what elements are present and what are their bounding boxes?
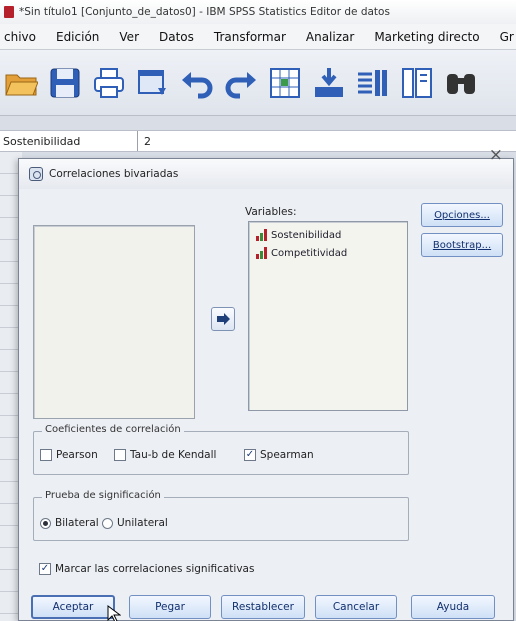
goto-case-icon[interactable]	[268, 64, 302, 102]
significance-test-legend: Prueba de significación	[42, 490, 164, 501]
spss-app-icon	[4, 6, 14, 18]
dialog-titlebar: Correlaciones bivariadas	[19, 159, 513, 189]
dialog-recall-icon[interactable]	[136, 64, 170, 102]
variables-label: Variables:	[245, 206, 297, 218]
menu-datos[interactable]: Datos	[149, 30, 204, 44]
window-titlebar: *Sin título1 [Conjunto_de_datos0] - IBM …	[0, 0, 516, 24]
bootstrap-button[interactable]: Bootstrap...	[421, 233, 503, 257]
bivariate-correlations-dialog: Correlaciones bivariadas × Variables: So…	[18, 145, 514, 621]
options-button[interactable]: Opciones...	[421, 203, 503, 227]
variables-list[interactable]: Sostenibilidad Competitividad	[248, 221, 408, 411]
mouse-pointer-icon	[107, 605, 121, 621]
menu-marketing-directo[interactable]: Marketing directo	[364, 30, 489, 44]
menu-graficos[interactable]: Gr	[490, 30, 516, 44]
kendall-check[interactable]	[114, 449, 126, 461]
significance-test-group: Prueba de significación Bilateral Unilat…	[33, 490, 409, 541]
unilateral-radio-dot[interactable]	[102, 517, 113, 529]
menubar: chivo Edición Ver Datos Transformar Anal…	[0, 24, 516, 50]
correlation-coefficients-legend: Coeficientes de correlación	[42, 424, 184, 435]
window-title: *Sin título1 [Conjunto_de_datos0] - IBM …	[19, 6, 390, 18]
source-variable-list[interactable]	[33, 225, 195, 419]
bilateral-radio-dot[interactable]	[40, 517, 51, 529]
scale-variable-icon	[256, 229, 267, 241]
cancel-button[interactable]: Cancelar	[315, 595, 397, 619]
dialog-title: Correlaciones bivariadas	[49, 168, 179, 180]
reset-button[interactable]: Restablecer	[221, 595, 305, 619]
flag-significant-checkbox[interactable]: ✓ Marcar las correlaciones significativa…	[39, 563, 254, 575]
accept-button[interactable]: Aceptar	[31, 595, 115, 619]
arrow-right-icon	[217, 313, 230, 325]
paste-button[interactable]: Pegar	[129, 595, 211, 619]
bilateral-radio[interactable]: Bilateral	[40, 517, 99, 529]
scale-variable-icon	[256, 247, 267, 259]
unilateral-radio[interactable]: Unilateral	[102, 517, 168, 529]
correlation-coefficients-group: Coeficientes de correlación Pearson Tau-…	[33, 424, 409, 475]
find-icon[interactable]	[444, 64, 478, 102]
cell-variable-name: Sostenibilidad	[0, 131, 138, 151]
open-folder-icon[interactable]	[4, 64, 38, 102]
split-file-icon[interactable]	[400, 64, 434, 102]
variable-name: Sostenibilidad	[271, 229, 342, 241]
spearman-check[interactable]: ✓	[244, 449, 256, 461]
menu-archivo[interactable]: chivo	[0, 30, 46, 44]
menu-transformar[interactable]: Transformar	[204, 30, 296, 44]
variable-name: Competitividad	[271, 247, 348, 259]
move-variable-button[interactable]	[211, 307, 235, 331]
variable-item[interactable]: Sostenibilidad	[249, 226, 407, 244]
pearson-check[interactable]	[40, 449, 52, 461]
spearman-checkbox[interactable]: ✓ Spearman	[244, 449, 314, 461]
redo-icon[interactable]	[224, 64, 258, 102]
toolbar	[0, 50, 516, 116]
menu-analizar[interactable]: Analizar	[296, 30, 364, 44]
close-icon[interactable]: ×	[489, 145, 503, 165]
save-icon[interactable]	[48, 64, 82, 102]
menu-ver[interactable]: Ver	[109, 30, 149, 44]
kendall-checkbox[interactable]: Tau-b de Kendall	[114, 449, 216, 461]
variable-item[interactable]: Competitividad	[249, 244, 407, 262]
undo-icon[interactable]	[180, 64, 214, 102]
goto-variable-icon[interactable]	[312, 64, 346, 102]
cell-value-input[interactable]: 2	[138, 135, 151, 148]
dialog-icon	[29, 167, 43, 181]
cell-editor-bar: Sostenibilidad 2	[0, 130, 516, 152]
help-button[interactable]: Ayuda	[411, 595, 495, 619]
print-icon[interactable]	[92, 64, 126, 102]
flag-significant-check[interactable]: ✓	[39, 563, 51, 575]
menu-edicion[interactable]: Edición	[46, 30, 109, 44]
variables-icon[interactable]	[356, 64, 390, 102]
pearson-checkbox[interactable]: Pearson	[40, 449, 98, 461]
